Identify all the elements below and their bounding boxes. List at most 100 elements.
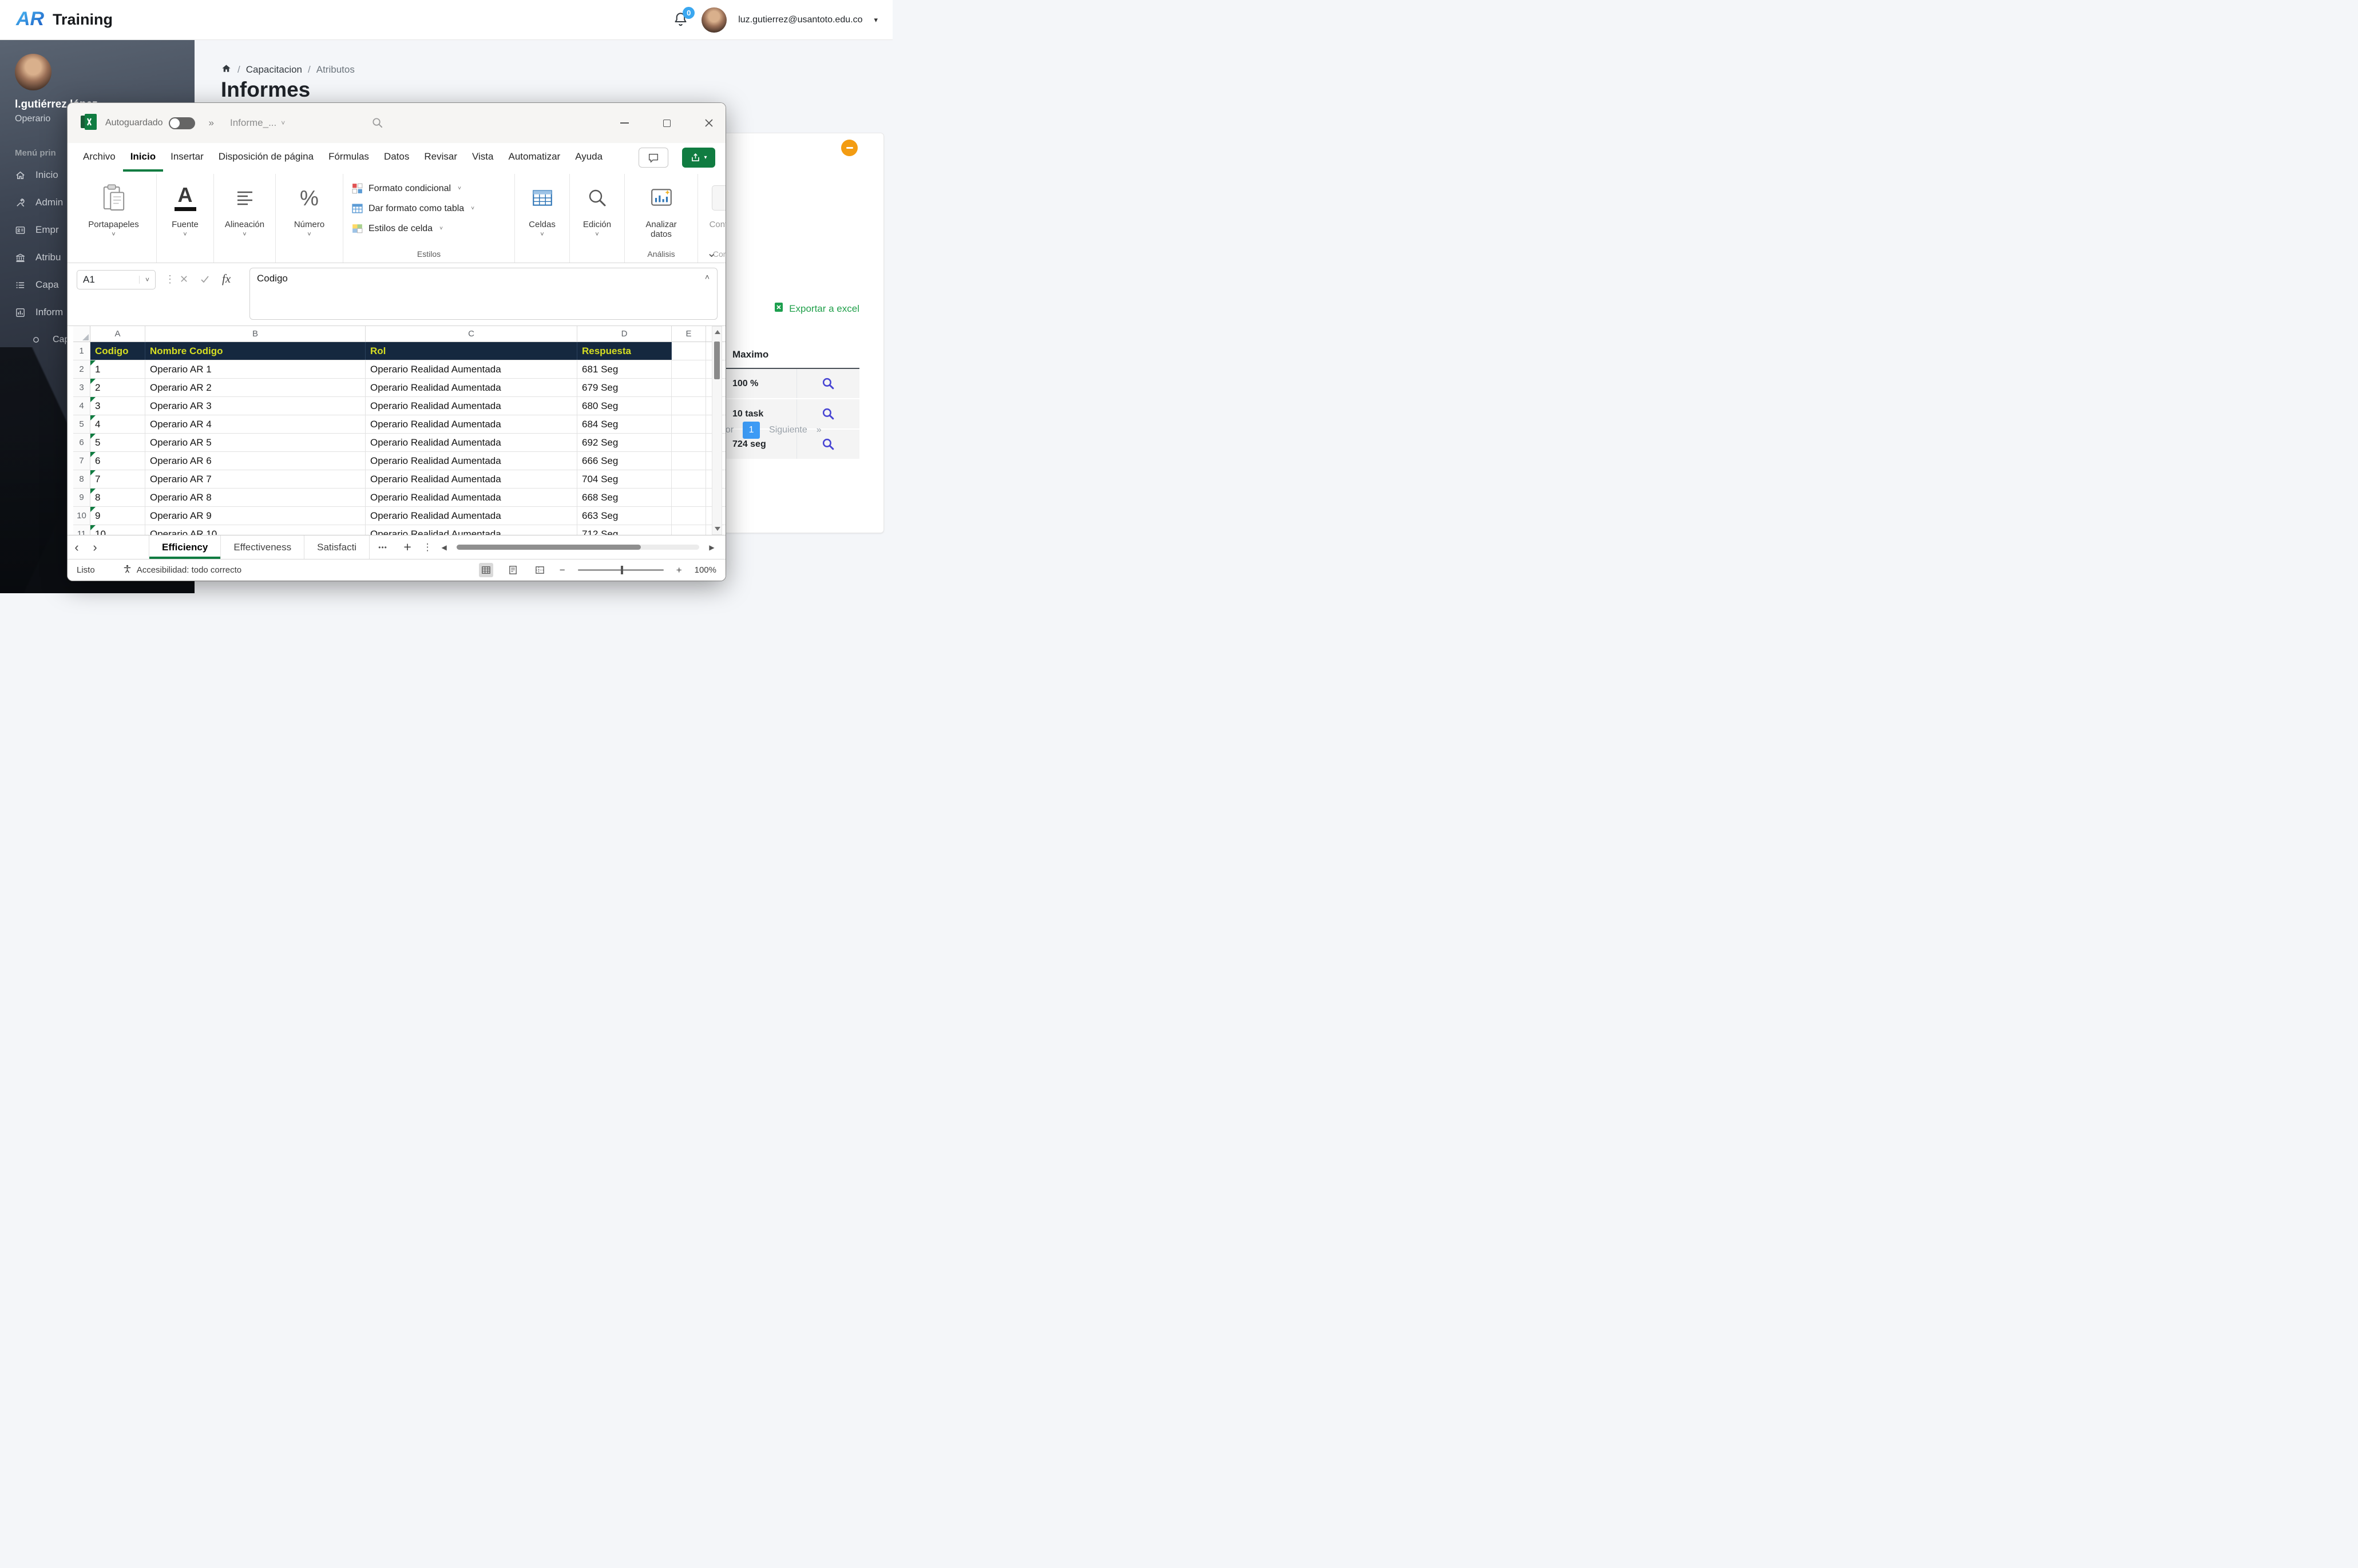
cell[interactable]: 10 [90,525,145,535]
column-header-e[interactable]: E [672,326,706,342]
cell[interactable]: Rol [366,342,577,360]
export-to-excel-link[interactable]: Exportar a excel [773,301,859,316]
add-sheet-button[interactable]: + [396,535,419,559]
caret-down-icon[interactable]: ˅ [139,276,149,284]
cell[interactable]: Operario Realidad Aumentada [366,397,577,415]
cell[interactable]: Operario Realidad Aumentada [366,525,577,535]
row-number[interactable]: 10 [73,507,90,525]
cell[interactable]: 6 [90,452,145,470]
user-avatar[interactable] [702,7,727,33]
cell[interactable]: Operario Realidad Aumentada [366,379,577,396]
search-result-button[interactable] [796,369,859,398]
row-number[interactable]: 3 [73,379,90,396]
cell[interactable]: 3 [90,397,145,415]
normal-view-button[interactable] [479,563,493,577]
cell[interactable]: 680 Seg [577,397,672,415]
row-number[interactable]: 9 [73,489,90,506]
accessibility-status[interactable]: Accesibilidad: todo correcto [122,564,241,576]
cell[interactable]: 684 Seg [577,415,672,433]
ribbon-tab-ayuda[interactable]: Ayuda [568,143,610,172]
cell[interactable]: 7 [90,470,145,488]
cell[interactable]: 9 [90,507,145,525]
cell[interactable]: Operario Realidad Aumentada [366,452,577,470]
cell[interactable]: Nombre Codigo [145,342,366,360]
notifications-button[interactable]: 0 [673,11,690,29]
cell[interactable]: Operario Realidad Aumentada [366,434,577,451]
home-icon[interactable] [221,63,232,77]
cell[interactable]: 692 Seg [577,434,672,451]
ribbon-group-analisis[interactable]: Analizar datos Análisis [625,174,698,263]
ribbon-group-edicion[interactable]: Edición ˅ [570,174,625,263]
sheet-next-icon[interactable]: › [86,535,104,559]
cell[interactable] [672,434,706,451]
ribbon-group-celdas[interactable]: Celdas ˅ [515,174,570,263]
cell[interactable]: Operario AR 7 [145,470,366,488]
ribbon-tab-vista[interactable]: Vista [465,143,501,172]
column-header-c[interactable]: C [366,326,577,342]
cell[interactable]: Operario AR 2 [145,379,366,396]
hscroll-left-icon[interactable]: ◀ [436,535,452,559]
cell[interactable] [672,415,706,433]
more-sheets-icon[interactable]: ••• [370,535,396,559]
zoom-level[interactable]: 100% [695,565,716,575]
cell[interactable]: Operario Realidad Aumentada [366,489,577,506]
ribbon-group-fuente[interactable]: A Fuente ˅ [157,174,214,263]
cell[interactable]: Operario Realidad Aumentada [366,415,577,433]
cell[interactable]: 4 [90,415,145,433]
cell[interactable] [672,507,706,525]
formula-input[interactable]: Codigo [249,268,718,320]
minimize-button[interactable] [619,118,629,128]
insert-function-icon[interactable]: fx [222,272,231,286]
horizontal-scrollbar[interactable] [457,545,699,550]
filename-caret-icon[interactable]: ˅ [281,119,285,127]
cell[interactable]: 681 Seg [577,360,672,378]
zoom-in-button[interactable]: + [676,565,682,576]
formato-condicional-button[interactable]: Formato condicional˅ [349,178,477,199]
zoom-slider[interactable] [578,569,664,571]
cell[interactable]: 5 [90,434,145,451]
row-number[interactable]: 6 [73,434,90,451]
ribbon-tab-datos[interactable]: Datos [377,143,417,172]
cell[interactable]: Operario AR 8 [145,489,366,506]
page-break-view-button[interactable] [533,563,547,577]
row-number[interactable]: 2 [73,360,90,378]
dots-vertical-icon[interactable]: ⋮ [165,273,175,285]
collapse-ribbon-icon[interactable]: ⌄ [707,246,716,260]
column-header-b[interactable]: B [145,326,366,342]
estilos-de-celda-button[interactable]: Estilos de celda˅ [349,219,477,239]
row-number[interactable]: 5 [73,415,90,433]
cell[interactable]: Operario AR 5 [145,434,366,451]
ribbon-tab-revisar[interactable]: Revisar [417,143,465,172]
ribbon-tab-archivo[interactable]: Archivo [76,143,123,172]
zoom-out-button[interactable]: − [560,565,565,576]
ribbon-group-portapapeles[interactable]: Portapapeles ˅ [71,174,157,263]
page-layout-view-button[interactable] [506,563,520,577]
cell[interactable] [672,525,706,535]
pagination-next[interactable]: Siguiente [769,425,807,435]
sheet-tab-effectiveness[interactable]: Effectiveness [220,535,304,559]
cell[interactable]: Respuesta [577,342,672,360]
row-number[interactable]: 1 [73,342,90,360]
ribbon-group-alineacion[interactable]: Alineación ˅ [214,174,276,263]
cell[interactable] [672,397,706,415]
column-header-d[interactable]: D [577,326,672,342]
search-icon[interactable] [371,116,384,132]
card-collapse-button[interactable] [841,140,858,156]
cell[interactable]: Operario AR 3 [145,397,366,415]
pagination-last-icon[interactable]: » [817,425,822,435]
caret-up-icon[interactable]: ˄ [705,272,710,281]
cell[interactable] [672,470,706,488]
cell[interactable]: 704 Seg [577,470,672,488]
sheet-prev-icon[interactable]: ‹ [68,535,86,559]
cell[interactable] [672,360,706,378]
hscroll-right-icon[interactable]: ▶ [704,535,720,559]
pagination-page-1[interactable]: 1 [743,422,760,439]
cell[interactable]: Operario AR 4 [145,415,366,433]
confirm-icon[interactable] [200,275,209,287]
cell[interactable]: 1 [90,360,145,378]
name-box[interactable]: A1 ˅ [77,270,156,289]
excel-titlebar[interactable]: Autoguardado » Informe_... ˅ [68,103,726,143]
cell[interactable]: Operario Realidad Aumentada [366,470,577,488]
sidebar-avatar[interactable] [15,54,51,90]
cell[interactable]: Operario Realidad Aumentada [366,360,577,378]
